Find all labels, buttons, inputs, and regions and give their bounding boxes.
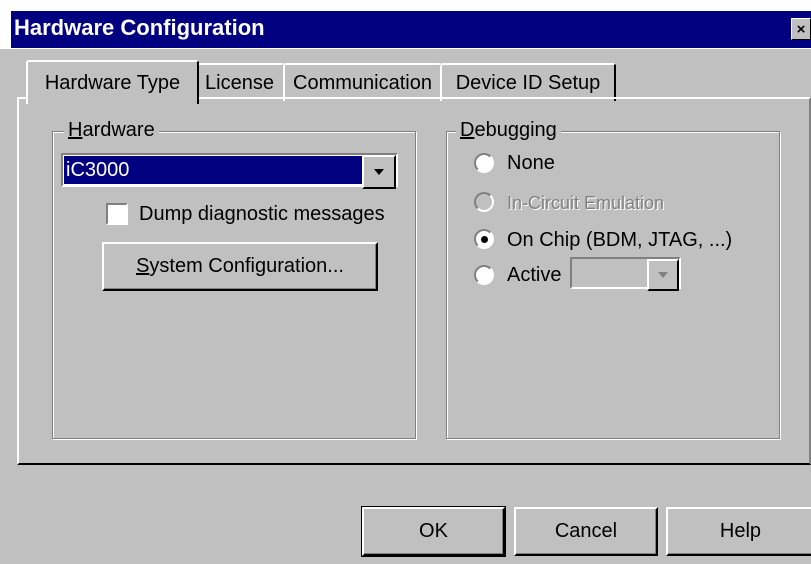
- close-button[interactable]: ×: [791, 18, 811, 40]
- radio-in-circuit-emulation[interactable]: [474, 192, 494, 212]
- radio-active[interactable]: [474, 265, 494, 285]
- tab-device-id-setup[interactable]: Device ID Setup: [440, 63, 616, 101]
- ok-label: OK: [419, 520, 448, 542]
- help-button[interactable]: Help: [666, 507, 811, 556]
- tab-license[interactable]: License: [194, 63, 285, 101]
- chevron-down-icon: [658, 272, 668, 278]
- help-label: Help: [719, 520, 762, 542]
- cancel-button[interactable]: Cancel: [514, 507, 658, 556]
- radio-on-chip[interactable]: [474, 229, 494, 249]
- radio-none-label: None: [507, 152, 555, 174]
- system-configuration-button[interactable]: System Configuration...: [102, 242, 378, 291]
- dump-diagnostic-checkbox[interactable]: [106, 203, 128, 225]
- tab-communication[interactable]: Communication: [283, 63, 442, 101]
- radio-on-chip-label: On Chip (BDM, JTAG, ...): [507, 229, 733, 251]
- tab-label: Hardware Type: [44, 71, 181, 94]
- chevron-down-icon: [374, 169, 384, 175]
- close-icon: ×: [796, 20, 806, 38]
- hardware-select-dropdown-button[interactable]: [362, 155, 396, 189]
- tab-label: Device ID Setup: [455, 71, 601, 94]
- hardware-group-legend: Hardware: [64, 119, 159, 141]
- debugging-group-legend: Debugging: [456, 119, 561, 141]
- active-select-dropdown-button[interactable]: [647, 259, 679, 291]
- active-select[interactable]: [570, 257, 681, 291]
- ok-button[interactable]: OK: [361, 506, 506, 557]
- window-title: Hardware Configuration: [14, 15, 265, 40]
- title-bar: Hardware Configuration: [0, 0, 811, 49]
- radio-none[interactable]: [474, 153, 494, 173]
- tab-label: License: [205, 71, 274, 94]
- hardware-select[interactable]: iC3000: [61, 153, 398, 189]
- cancel-label: Cancel: [554, 520, 618, 542]
- radio-selected-dot: [480, 235, 488, 243]
- system-configuration-label: System Configuration...: [136, 255, 344, 277]
- radio-in-circuit-emulation-label: In-Circuit Emulation: [507, 193, 665, 213]
- tab-hardware-type[interactable]: Hardware Type: [26, 60, 199, 104]
- radio-active-label: Active: [507, 264, 562, 286]
- hardware-select-value: iC3000: [64, 156, 363, 184]
- tab-label: Communication: [293, 71, 432, 94]
- dump-diagnostic-label: Dump diagnostic messages: [139, 203, 385, 225]
